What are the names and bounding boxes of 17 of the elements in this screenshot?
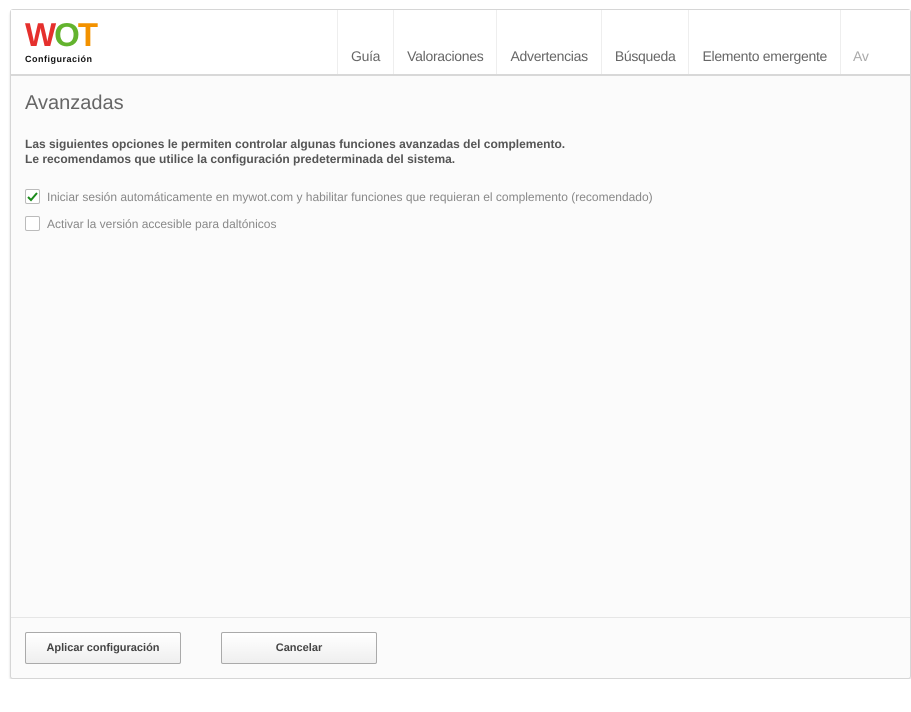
tab[interactable]: Elemento emergente: [688, 10, 840, 74]
checkbox[interactable]: [25, 216, 40, 231]
action-button[interactable]: Cancelar: [221, 632, 377, 664]
option-label: Iniciar sesión automáticamente en mywot.com y habilitar funciones que requieran el complemento (recomendado): [47, 190, 653, 204]
section-title: Avanzadas: [25, 92, 125, 115]
tab[interactable]: Valoraciones: [393, 10, 496, 74]
intro-text: Le recomendamos que utilice la configuración predeterminada del sistema.: [25, 152, 456, 167]
tab[interactable]: Advertencias: [496, 10, 601, 74]
checkbox[interactable]: [25, 189, 40, 204]
option-label: Activar la versión accesible para daltónicos: [47, 216, 276, 230]
action-button[interactable]: Aplicar configuración: [25, 632, 181, 664]
tab[interactable]: Guía: [337, 10, 394, 74]
intro-text: Las siguientes opciones le permiten controlar algunas funciones avanzadas del complemento.: [25, 137, 566, 152]
tab[interactable]: Búsqueda: [600, 10, 688, 74]
logo: WOT: [25, 20, 98, 50]
logo-subtitle: Configuración: [25, 54, 94, 64]
checkmark-icon: [27, 192, 38, 202]
